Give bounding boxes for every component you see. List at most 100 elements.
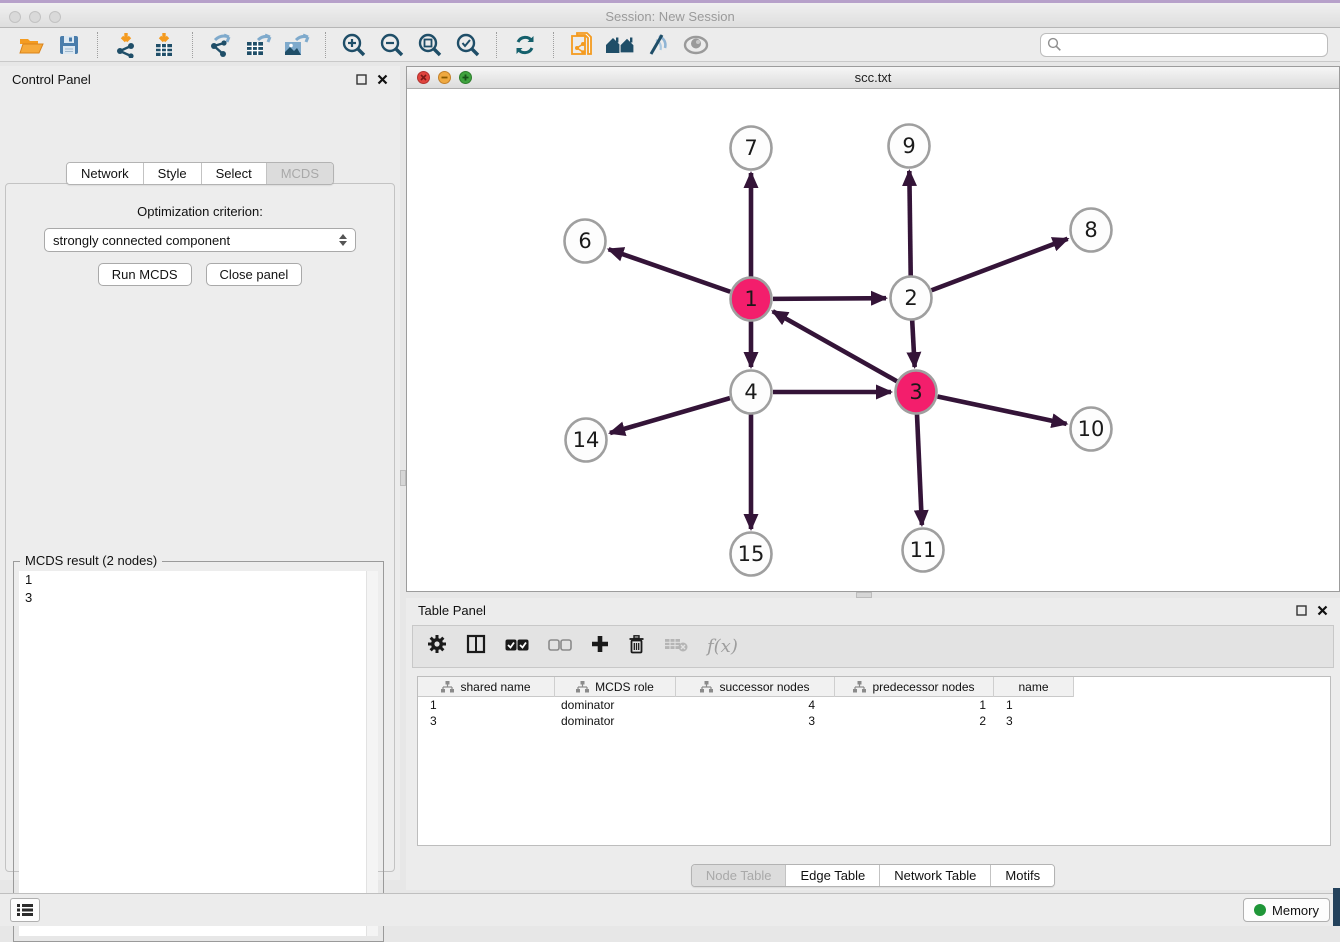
graph-node-label: 6 (578, 229, 591, 253)
float-panel-icon[interactable] (356, 74, 367, 85)
table-cell[interactable]: 3 (418, 713, 555, 729)
column-type-icon (700, 681, 713, 693)
graph-edge-2-9[interactable] (909, 171, 910, 276)
table-cell[interactable]: 1 (418, 697, 555, 713)
table-row[interactable]: 3dominator323 (418, 713, 1330, 729)
export-table-button[interactable] (240, 30, 278, 60)
search-field[interactable] (1040, 33, 1328, 57)
houses-button[interactable] (601, 30, 639, 60)
window-titlebar: Session: New Session (0, 0, 1340, 28)
table-settings-button[interactable] (427, 634, 447, 659)
column-header-name[interactable]: name (994, 677, 1074, 697)
import-network-button[interactable] (107, 30, 145, 60)
graph-node-1[interactable]: 1 (731, 278, 772, 321)
close-panel-button[interactable]: Close panel (206, 263, 303, 286)
zoom-out-button[interactable] (373, 30, 411, 60)
list-icon (17, 903, 33, 917)
table-cell[interactable]: dominator (555, 713, 676, 729)
graph-node-9[interactable]: 9 (889, 125, 930, 168)
tab-select[interactable]: Select (201, 163, 266, 184)
deselect-all-columns-button[interactable] (548, 638, 572, 656)
task-history-button[interactable] (10, 898, 40, 922)
graph-edge-1-2[interactable] (773, 298, 886, 299)
window-resize-grip[interactable] (1333, 888, 1340, 926)
select-stepper-icon (339, 234, 347, 246)
table-cell[interactable]: 4 (676, 697, 835, 713)
zoom-fit-button[interactable] (411, 30, 449, 60)
eye-button[interactable] (677, 30, 715, 60)
column-header-predecessor-nodes[interactable]: predecessor nodes (835, 677, 994, 697)
tab-mcds[interactable]: MCDS (266, 163, 333, 184)
export-network-button[interactable] (202, 30, 240, 60)
memory-status-icon (1254, 904, 1266, 916)
graph-node-11[interactable]: 11 (903, 529, 944, 572)
graph-node-3[interactable]: 3 (896, 371, 937, 414)
zoom-in-button[interactable] (335, 30, 373, 60)
table-cell[interactable]: 3 (994, 713, 1074, 729)
delete-table-icon (664, 636, 688, 652)
column-view-button[interactable] (466, 634, 486, 659)
run-mcds-button[interactable]: Run MCDS (98, 263, 192, 286)
graph-node-14[interactable]: 14 (566, 419, 607, 462)
graph-node-10[interactable]: 10 (1071, 408, 1112, 451)
toolbar-separator (553, 32, 554, 58)
zoom-fit-icon (417, 32, 443, 58)
float-table-panel-icon[interactable] (1296, 605, 1307, 616)
create-column-button[interactable] (591, 635, 609, 658)
table-row[interactable]: 1dominator411 (418, 697, 1330, 713)
zoom-selected-button[interactable] (449, 30, 487, 60)
mcds-panel: Optimization criterion: strongly connect… (5, 183, 395, 872)
graph-edge-3-11[interactable] (917, 414, 922, 525)
mcds-result-text[interactable]: 13 (19, 571, 378, 936)
table-tab-node-table[interactable]: Node Table (692, 865, 786, 886)
network-canvas[interactable]: 7 9 6 8 1 2 4 3 14 10 15 11 (407, 90, 1339, 591)
graph-node-2[interactable]: 2 (891, 277, 932, 320)
close-panel-icon[interactable] (377, 74, 388, 85)
open-folder-icon (18, 33, 44, 57)
clone-network-button[interactable] (563, 30, 601, 60)
network-view-window: scc.txt 7968124314101511 (406, 66, 1340, 592)
window-title: Session: New Session (0, 9, 1340, 24)
column-header-successor-nodes[interactable]: successor nodes (676, 677, 835, 697)
table-cell[interactable]: 1 (835, 697, 994, 713)
graph-edge-4-14[interactable] (610, 398, 730, 433)
export-image-button[interactable] (278, 30, 316, 60)
close-table-panel-icon[interactable] (1317, 605, 1328, 616)
graph-edge-3-10[interactable] (938, 397, 1067, 424)
table-cell[interactable]: 3 (676, 713, 835, 729)
graph-node-label: 7 (744, 136, 757, 160)
open-session-button[interactable] (12, 30, 50, 60)
refresh-button[interactable] (506, 30, 544, 60)
column-header-label: predecessor nodes (872, 680, 974, 694)
graph-node-8[interactable]: 8 (1071, 209, 1112, 252)
save-session-button[interactable] (50, 30, 88, 60)
graph-node-4[interactable]: 4 (731, 371, 772, 414)
graph-edge-2-3[interactable] (912, 320, 915, 367)
search-input[interactable] (1062, 38, 1321, 52)
graph-node-label: 11 (910, 538, 937, 562)
graph-edge-3-1[interactable] (773, 311, 897, 381)
table-cell[interactable]: 2 (835, 713, 994, 729)
delete-column-button[interactable] (628, 635, 645, 659)
graph-edge-1-6[interactable] (609, 249, 731, 291)
column-header-label: MCDS role (595, 680, 654, 694)
table-cell[interactable]: 1 (994, 697, 1074, 713)
graph-edge-2-8[interactable] (932, 239, 1068, 290)
table-tab-edge-table[interactable]: Edge Table (785, 865, 879, 886)
import-table-button[interactable] (145, 30, 183, 60)
select-all-columns-button[interactable] (505, 638, 529, 656)
table-tab-motifs[interactable]: Motifs (990, 865, 1054, 886)
graph-node-7[interactable]: 7 (731, 127, 772, 170)
graph-node-15[interactable]: 15 (731, 533, 772, 576)
tab-style[interactable]: Style (143, 163, 201, 184)
result-scrollbar[interactable] (366, 571, 378, 936)
table-tab-network-table[interactable]: Network Table (879, 865, 990, 886)
graph-node-6[interactable]: 6 (565, 220, 606, 263)
column-header-MCDS-role[interactable]: MCDS role (555, 677, 676, 697)
tab-network[interactable]: Network (67, 163, 143, 184)
memory-button[interactable]: Memory (1243, 898, 1330, 922)
column-header-shared-name[interactable]: shared name (418, 677, 555, 697)
hide-graphics-details-button[interactable] (639, 30, 677, 60)
table-cell[interactable]: dominator (555, 697, 676, 713)
criterion-select[interactable]: strongly connected component (44, 228, 356, 252)
